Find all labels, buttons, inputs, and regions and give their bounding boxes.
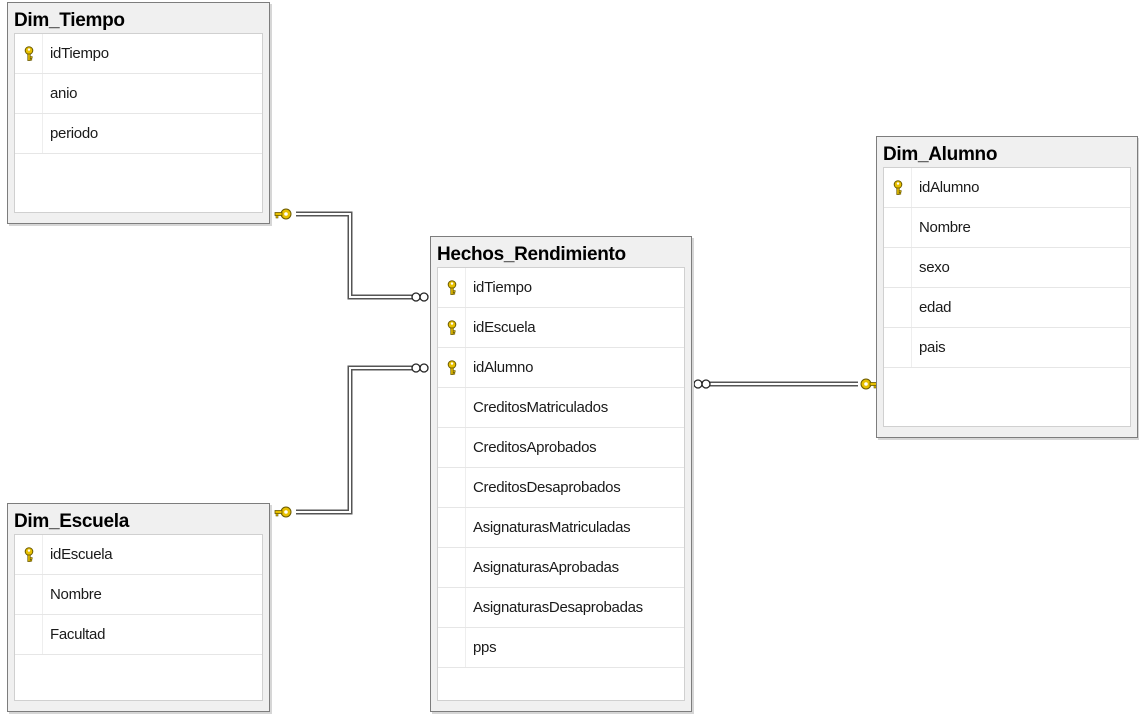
column-row[interactable]: sexo xyxy=(884,248,1130,288)
column-row[interactable]: edad xyxy=(884,288,1130,328)
column-name: AsignaturasMatriculadas xyxy=(473,519,631,536)
column-name: AsignaturasAprobadas xyxy=(473,559,619,576)
table-dim-escuela[interactable]: Dim_Escuela idEscuela Nombre Facultad xyxy=(7,503,270,712)
column-name: anio xyxy=(50,85,78,102)
column-name: idAlumno xyxy=(473,359,534,376)
table-dim-tiempo[interactable]: Dim_Tiempo idTiempo anio periodo xyxy=(7,2,270,224)
primary-key-icon xyxy=(447,319,456,335)
column-row[interactable]: Facultad xyxy=(15,615,262,655)
table-title: Dim_Escuela xyxy=(14,511,129,532)
many-end-icon xyxy=(411,292,429,302)
primary-key-icon xyxy=(447,279,456,295)
primary-key-icon xyxy=(447,359,456,375)
column-row[interactable]: periodo xyxy=(15,114,262,154)
one-end-key-icon xyxy=(274,506,292,518)
primary-key-icon xyxy=(24,45,33,61)
column-gutter xyxy=(438,588,466,627)
column-gutter xyxy=(15,114,43,153)
column-name: CreditosMatriculados xyxy=(473,399,608,416)
column-list: idTiempo anio periodo xyxy=(14,33,263,213)
column-row[interactable]: CreditosDesaprobados xyxy=(438,468,684,508)
column-name: Nombre xyxy=(50,586,102,603)
column-row[interactable]: idTiempo xyxy=(438,268,684,308)
column-gutter xyxy=(15,34,43,73)
column-name: sexo xyxy=(919,259,950,276)
column-gutter xyxy=(438,628,466,667)
column-row[interactable]: pais xyxy=(884,328,1130,368)
column-name: CreditosDesaprobados xyxy=(473,479,621,496)
primary-key-icon xyxy=(24,546,33,562)
column-gutter xyxy=(438,268,466,307)
column-gutter xyxy=(438,428,466,467)
column-name: AsignaturasDesaprobadas xyxy=(473,599,643,616)
table-title: Dim_Tiempo xyxy=(14,10,125,31)
column-name: edad xyxy=(919,299,952,316)
column-gutter xyxy=(438,308,466,347)
one-end-key-icon xyxy=(860,378,878,390)
column-name: pais xyxy=(919,339,946,356)
column-gutter xyxy=(438,508,466,547)
relationship-tiempo-hechos[interactable] xyxy=(296,211,412,300)
column-gutter xyxy=(884,208,912,247)
column-gutter xyxy=(438,348,466,387)
column-gutter xyxy=(15,615,43,654)
column-name: pps xyxy=(473,639,497,656)
column-name: idEscuela xyxy=(50,546,113,563)
many-end-icon xyxy=(411,363,429,373)
column-row[interactable]: AsignaturasDesaprobadas xyxy=(438,588,684,628)
column-row[interactable]: CreditosAprobados xyxy=(438,428,684,468)
column-name: idAlumno xyxy=(919,179,980,196)
column-row[interactable]: AsignaturasAprobadas xyxy=(438,548,684,588)
column-list: idTiempo idEscuela idAlumno CreditosMatricu… xyxy=(437,267,685,701)
column-row[interactable]: idAlumno xyxy=(438,348,684,388)
column-list: idAlumno Nombre sexo edad pais xyxy=(883,167,1131,427)
column-name: periodo xyxy=(50,125,98,142)
column-name: CreditosAprobados xyxy=(473,439,597,456)
column-row[interactable]: Nombre xyxy=(884,208,1130,248)
one-end-key-icon xyxy=(274,208,292,220)
table-title: Hechos_Rendimiento xyxy=(437,244,626,265)
table-dim-alumno[interactable]: Dim_Alumno idAlumno Nombre sexo edad pais xyxy=(876,136,1138,438)
column-row[interactable]: idEscuela xyxy=(438,308,684,348)
column-row[interactable]: Nombre xyxy=(15,575,262,615)
table-title: Dim_Alumno xyxy=(883,144,998,165)
column-list: idEscuela Nombre Facultad xyxy=(14,534,263,701)
primary-key-icon xyxy=(893,179,902,195)
many-end-icon xyxy=(693,379,711,389)
column-gutter xyxy=(884,248,912,287)
column-name: idTiempo xyxy=(50,45,109,62)
column-gutter xyxy=(15,575,43,614)
column-row[interactable]: idEscuela xyxy=(15,535,262,575)
column-row[interactable]: idTiempo xyxy=(15,34,262,74)
relationship-escuela-hechos[interactable] xyxy=(296,365,412,515)
column-gutter xyxy=(438,548,466,587)
column-gutter xyxy=(884,168,912,207)
diagram-canvas: Dim_Tiempo idTiempo anio periodo Dim_Escue… xyxy=(0,0,1139,714)
column-gutter xyxy=(15,74,43,113)
table-hechos-rendimiento[interactable]: Hechos_Rendimiento idTiempo idEscuela idAl… xyxy=(430,236,692,712)
column-gutter xyxy=(884,328,912,367)
column-gutter xyxy=(884,288,912,327)
column-name: Facultad xyxy=(50,626,106,643)
column-row[interactable]: idAlumno xyxy=(884,168,1130,208)
column-row[interactable]: CreditosMatriculados xyxy=(438,388,684,428)
column-row[interactable]: anio xyxy=(15,74,262,114)
column-name: idEscuela xyxy=(473,319,536,336)
column-gutter xyxy=(438,468,466,507)
column-row[interactable]: AsignaturasMatriculadas xyxy=(438,508,684,548)
column-gutter xyxy=(438,388,466,427)
column-row[interactable]: pps xyxy=(438,628,684,668)
column-name: Nombre xyxy=(919,219,971,236)
column-gutter xyxy=(15,535,43,574)
column-name: idTiempo xyxy=(473,279,532,296)
